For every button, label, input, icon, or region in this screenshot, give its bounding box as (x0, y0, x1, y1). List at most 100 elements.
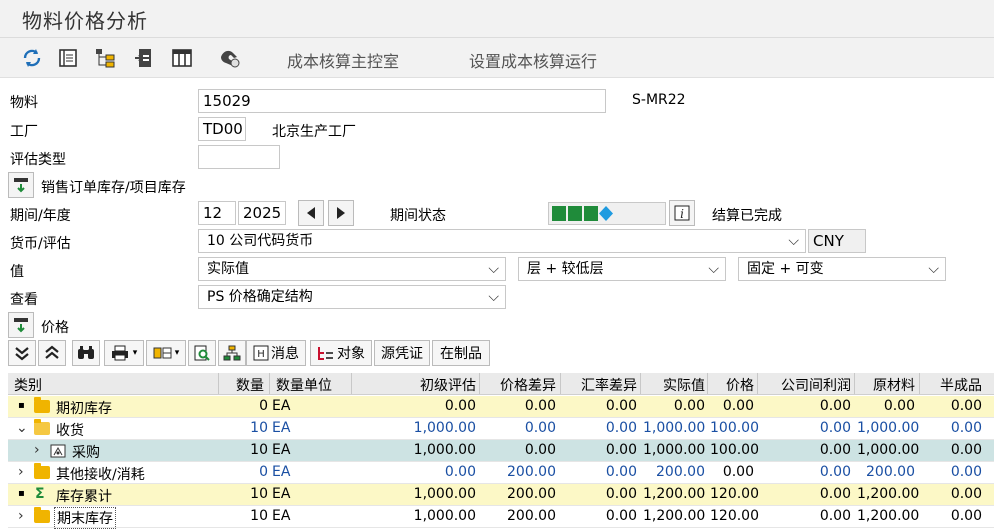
svg-text:i: i (680, 207, 684, 221)
collapse-all-button[interactable] (8, 340, 36, 366)
period-input[interactable]: 12 (198, 201, 236, 225)
layout-button[interactable]: ▾ (146, 340, 186, 366)
currency-valuation-select[interactable]: 10 公司代码货币 ⌵ (198, 229, 806, 253)
objects-label: 对象 (337, 346, 365, 362)
level-select[interactable]: 层 + 较低层 ⌵ (518, 257, 726, 281)
row-exchange-diff: 0.00 (605, 420, 637, 436)
find-button[interactable] (72, 340, 100, 366)
row-price: 120.00 (710, 508, 759, 524)
row-semi-finished: 0.00 (950, 508, 982, 524)
row-actual: 1,200.00 (643, 486, 706, 502)
table-row[interactable]: ⌄ 收货 10 EA 1,000.00 0.00 0.00 1,000.00 1… (8, 418, 994, 440)
row-category: 期末库存 (54, 507, 116, 529)
table-row[interactable]: ▪ Σ 库存累计 10 EA 1,000.00 200.00 0.00 1,20… (8, 484, 994, 506)
view-select[interactable]: PS 价格确定结构 ⌵ (198, 285, 506, 309)
structure-button[interactable] (218, 340, 246, 366)
status-info-button[interactable]: i (669, 200, 695, 226)
objects-button[interactable]: 对象 (310, 340, 372, 366)
row-preliminary: 1,000.00 (413, 486, 476, 502)
table-row[interactable]: › 期末库存 10 EA 1,000.00 200.00 0.00 1,200.… (8, 506, 994, 529)
material-input[interactable]: 15029 (198, 89, 606, 113)
layout-icon (153, 347, 172, 359)
valuation-type-input[interactable] (198, 145, 280, 169)
column-header-unit[interactable]: 数量单位 (276, 375, 332, 395)
hierarchy-icon[interactable] (94, 46, 118, 70)
row-intercompany-profit: 0.00 (819, 398, 851, 414)
column-separator (757, 373, 758, 394)
column-header-actual[interactable]: 实际值 (643, 375, 705, 395)
messages-button[interactable]: H 消息 (246, 340, 306, 366)
cost-cockpit-button[interactable]: 成本核算主控室 (287, 48, 399, 72)
row-quantity: 10 (250, 486, 268, 502)
year-input[interactable]: 2025 (238, 201, 286, 225)
export-icon[interactable] (132, 46, 156, 70)
row-actual: 0.00 (673, 398, 705, 414)
table-row[interactable]: › 其他接收/消耗 0 EA 0.00 200.00 0.00 200.00 0… (8, 462, 994, 484)
material-description: S-MR22 (632, 92, 686, 108)
filter-button[interactable] (188, 340, 216, 366)
row-raw-material: 1,200.00 (857, 486, 920, 502)
chevron-down-icon: ⌵ (488, 261, 499, 277)
sales-order-stock-toggle[interactable] (8, 172, 34, 198)
column-header-category[interactable]: 类别 (14, 375, 42, 395)
column-header-price-diff[interactable]: 价格差异 (482, 375, 556, 395)
price-section-toggle[interactable] (8, 312, 34, 338)
column-header-raw-material[interactable]: 原材料 (857, 375, 915, 395)
chevron-right-icon[interactable]: › (18, 508, 24, 524)
view-label: 查看 (10, 292, 38, 308)
copy-hand-icon[interactable] (218, 46, 242, 70)
row-price-diff: 0.00 (524, 398, 556, 414)
value-select[interactable]: 实际值 ⌵ (198, 257, 506, 281)
column-separator (351, 373, 352, 394)
svg-text:H: H (257, 349, 265, 360)
column-header-price[interactable]: 价格 (710, 375, 754, 395)
chevron-right-icon[interactable]: › (34, 442, 40, 458)
print-button[interactable]: ▾ (104, 340, 144, 366)
source-documents-button[interactable]: 源凭证 (374, 340, 430, 366)
chevron-down-icon[interactable]: ⌄ (16, 420, 28, 436)
chevron-right-icon[interactable]: › (18, 464, 24, 480)
row-preliminary: 1,000.00 (413, 420, 476, 436)
next-period-button[interactable] (328, 200, 354, 226)
dropdown-arrow-icon: ▾ (174, 348, 180, 358)
plant-input[interactable]: TD00 (198, 117, 246, 141)
open-folder-icon (34, 419, 50, 435)
column-header-semi-finished[interactable]: 半成品 (922, 375, 982, 395)
row-exchange-diff: 0.00 (605, 442, 637, 458)
expand-all-button[interactable] (38, 340, 66, 366)
grid-header: 类别 数量 数量单位 初级评估 价格差异 汇率差异 实际值 价格 公司间利润 原… (8, 373, 994, 395)
value-select-value: 实际值 (207, 261, 249, 277)
fixed-variable-select[interactable]: 固定 + 可变 ⌵ (738, 257, 946, 281)
setup-costing-run-button[interactable]: 设置成本核算运行 (469, 48, 597, 72)
wip-button[interactable]: 在制品 (432, 340, 490, 366)
row-actual: 1,200.00 (643, 508, 706, 524)
column-separator (479, 373, 480, 394)
double-chevron-down-icon (15, 347, 29, 361)
row-price-diff: 200.00 (507, 508, 556, 524)
application-toolbar: 成本核算主控室 设置成本核算运行 (0, 38, 994, 78)
price-section-label: 价格 (41, 320, 69, 336)
column-header-intercompany-profit[interactable]: 公司间利润 (760, 375, 851, 395)
refresh-icon[interactable] (20, 46, 44, 70)
previous-period-button[interactable] (298, 200, 324, 226)
period-status-text: 结算已完成 (712, 208, 782, 224)
org-chart-icon (223, 345, 241, 361)
period-status-label: 期间状态 (390, 208, 446, 224)
view-select-value: PS 价格确定结构 (207, 289, 313, 305)
value-label: 值 (10, 264, 24, 280)
currency-valuation-label: 货币/评估 (10, 236, 71, 252)
column-header-quantity[interactable]: 数量 (222, 375, 264, 395)
row-semi-finished: 0.00 (950, 442, 982, 458)
table-row[interactable]: ▪ 期初库存 0 EA 0.00 0.00 0.00 0.00 0.00 0.0… (8, 396, 994, 418)
fixed-variable-value: 固定 + 可变 (747, 261, 824, 277)
row-quantity: 0 (259, 464, 268, 480)
row-price-diff: 200.00 (507, 486, 556, 502)
table-row[interactable]: › 采购 10 EA 1,000.00 0.00 0.00 1,000.00 1… (8, 440, 994, 462)
row-actual: 1,000.00 (643, 420, 706, 436)
column-header-exchange-diff[interactable]: 汇率差异 (563, 375, 637, 395)
column-header-preliminary[interactable]: 初级评估 (354, 375, 476, 395)
plant-label: 工厂 (10, 124, 38, 140)
table-icon[interactable] (170, 46, 194, 70)
document-icon[interactable] (56, 46, 80, 70)
row-price: 0.00 (722, 398, 754, 414)
